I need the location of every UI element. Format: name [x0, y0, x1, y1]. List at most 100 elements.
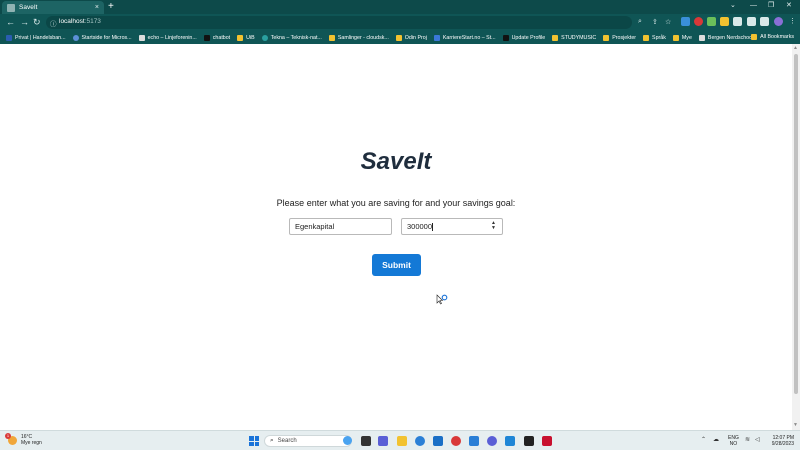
bookmark-item[interactable]: echo – Linjeforenin...	[138, 34, 197, 41]
bookmark-label: Update Profile	[511, 34, 546, 41]
bookmark-item[interactable]: Samlinger - cloudsk...	[328, 34, 389, 41]
scroll-down-icon[interactable]: ▼	[793, 422, 798, 428]
tab-close-icon[interactable]: ×	[95, 4, 99, 11]
windows-start-icon[interactable]	[249, 436, 259, 446]
scroll-up-icon[interactable]: ▲	[793, 45, 798, 51]
vertical-scrollbar[interactable]: ▲ ▼	[792, 44, 800, 430]
speaker-icon[interactable]: ◁	[755, 436, 760, 443]
extension-icon[interactable]	[720, 17, 729, 26]
extension-icon[interactable]	[694, 17, 703, 26]
bookmark-item[interactable]: Bergen Nerdschool	[698, 34, 753, 41]
share-icon[interactable]: ⇪	[652, 18, 661, 27]
onedrive-icon[interactable]: ☁	[713, 436, 719, 443]
reading-list-icon[interactable]	[747, 17, 756, 26]
mail-icon[interactable]	[433, 436, 443, 446]
bookmark-item[interactable]: Språk	[643, 34, 666, 41]
savings-prompt: Please enter what you are saving for and…	[276, 198, 516, 208]
vscode-icon[interactable]	[505, 436, 515, 446]
goal-name-input[interactable]	[289, 218, 392, 235]
clock-date: 9/28/2023	[771, 441, 794, 447]
teams-icon[interactable]	[378, 436, 388, 446]
bookmark-item[interactable]: Mye	[672, 34, 692, 41]
decrement-icon[interactable]: ▼	[491, 226, 496, 231]
forward-arrow-icon[interactable]: →	[20, 16, 29, 28]
sidebar-icon[interactable]	[760, 17, 769, 26]
wifi-icon[interactable]: ≋	[745, 436, 750, 443]
bookmark-item[interactable]: Privat | Handelsban...	[6, 34, 66, 41]
bookmark-label: Odin Proj	[404, 34, 427, 41]
weather-desc: Mye regn	[21, 440, 42, 446]
lang-line2: NO	[729, 441, 738, 447]
bookmark-label: STUDYMUSIC	[561, 34, 597, 41]
page-content	[0, 44, 792, 430]
bookmark-item[interactable]: STUDYMUSIC	[552, 34, 597, 41]
site-info-icon[interactable]: ⓘ	[50, 18, 57, 28]
profile-avatar-icon[interactable]	[774, 17, 783, 26]
back-arrow-icon[interactable]: ←	[6, 16, 15, 28]
bookmark-label: echo – Linjeforenin...	[147, 34, 197, 41]
language-indicator[interactable]: ENG NO	[728, 435, 739, 447]
terminal-icon[interactable]	[524, 436, 534, 446]
puzzle-icon[interactable]	[733, 17, 742, 26]
acrobat-icon[interactable]	[542, 436, 552, 446]
bookmark-label: Samlinger - cloudsk...	[337, 34, 389, 41]
browser-titlebar: SaveIt × + ⌄ — ❐ ✕	[0, 0, 800, 14]
chevron-up-icon[interactable]: ⌃	[701, 436, 706, 443]
bookmark-item[interactable]: Odin Proj	[395, 34, 427, 41]
bookmark-label: Prosjekter	[612, 34, 637, 41]
chrome-icon[interactable]	[451, 436, 461, 446]
all-bookmarks-button[interactable]: All Bookmarks	[751, 34, 794, 40]
folder-icon	[395, 34, 402, 41]
extension-icon[interactable]	[707, 17, 716, 26]
discord-icon[interactable]	[487, 436, 497, 446]
taskbar-clock[interactable]: 12:07 PM 9/28/2023	[766, 435, 794, 447]
submit-button[interactable]: Submit	[372, 254, 421, 276]
folder-icon	[751, 34, 758, 40]
bookmark-item[interactable]: Prosjekter	[603, 34, 637, 41]
bookmark-label: Mye	[681, 34, 692, 41]
url-text: localhost:5173	[59, 18, 101, 25]
page-title: SaveIt	[360, 148, 432, 175]
taskbar-search[interactable]: ⌕ Search	[264, 435, 352, 447]
reload-icon[interactable]: ↻	[33, 16, 41, 28]
bookmark-item[interactable]: Startside for Micros...	[72, 34, 132, 41]
bookmark-label: UiB	[246, 34, 255, 41]
copilot-icon[interactable]	[343, 436, 352, 445]
bookmark-item[interactable]: KarriereStart.no – St...	[433, 34, 496, 41]
text-caret	[432, 223, 433, 232]
folder-icon	[237, 34, 244, 41]
bookmark-label: Privat | Handelsban...	[15, 34, 66, 41]
bookmarks-bar: Privat | Handelsban... Startside for Mic…	[0, 31, 800, 44]
goal-amount-value: 300000	[407, 222, 433, 231]
zoom-icon[interactable]: ⌕	[638, 18, 647, 27]
minimize-button[interactable]: —	[750, 1, 757, 11]
goal-amount-input[interactable]: 300000 ▲ ▼	[401, 218, 503, 235]
task-view-icon[interactable]	[361, 436, 371, 446]
store-icon[interactable]	[469, 436, 479, 446]
bookmark-item[interactable]: Tekna – Teknisk-nat...	[261, 34, 322, 41]
star-icon[interactable]: ☆	[665, 18, 674, 27]
bookmark-item[interactable]: Update Profile	[502, 34, 546, 41]
file-explorer-icon[interactable]	[397, 436, 407, 446]
bookmark-label: chatbot	[212, 34, 231, 41]
number-spinner[interactable]: ▲ ▼	[491, 221, 496, 231]
tab-search-icon[interactable]: ⌄	[730, 1, 736, 11]
url-host: localhost	[59, 18, 85, 25]
weather-widget[interactable]: 1 16°C Mye regn	[5, 432, 42, 446]
new-tab-button[interactable]: +	[108, 1, 114, 13]
address-bar[interactable]: ⓘ localhost:5173	[46, 16, 632, 29]
maximize-button[interactable]: ❐	[768, 1, 774, 11]
menu-icon[interactable]: ⋮	[789, 17, 798, 26]
all-bookmarks-label: All Bookmarks	[760, 34, 794, 40]
tab-saveit[interactable]: SaveIt ×	[2, 1, 104, 14]
extension-icon[interactable]	[681, 17, 690, 26]
scroll-thumb[interactable]	[794, 54, 798, 394]
edge-icon[interactable]	[415, 436, 425, 446]
weather-icon: 1	[5, 432, 17, 445]
bookmark-label: Tekna – Teknisk-nat...	[270, 34, 322, 41]
windows-taskbar: 1 16°C Mye regn ⌕ Search ⌃ ☁ ENG NO ≋ ◁ …	[0, 430, 800, 450]
weather-text: 16°C Mye regn	[21, 434, 42, 446]
bookmark-item[interactable]: chatbot	[203, 34, 231, 41]
close-window-button[interactable]: ✕	[786, 1, 792, 11]
bookmark-item[interactable]: UiB	[237, 34, 255, 41]
